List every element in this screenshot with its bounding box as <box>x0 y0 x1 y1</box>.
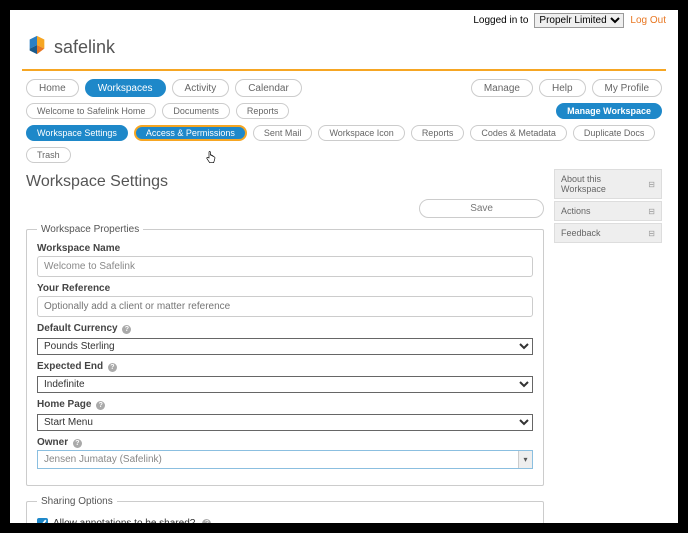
workspace-name-input[interactable] <box>37 256 533 277</box>
tab-access-permissions[interactable]: Access & Permissions <box>134 125 247 141</box>
collapse-icon: ⊟ <box>648 229 655 238</box>
nav-documents[interactable]: Documents <box>162 103 230 119</box>
default-currency-label: Default Currency ? <box>37 323 533 334</box>
divider <box>22 69 666 71</box>
side-about-workspace[interactable]: About this Workspace⊟ <box>554 169 662 199</box>
collapse-icon: ⊟ <box>648 207 655 216</box>
help-icon[interactable]: ? <box>73 439 82 448</box>
help-icon[interactable]: ? <box>108 363 117 372</box>
logged-in-label: Logged in to <box>473 15 528 26</box>
workspace-properties-legend: Workspace Properties <box>37 224 143 235</box>
save-button[interactable]: Save <box>419 199 544 218</box>
nav-home[interactable]: Home <box>26 79 79 97</box>
top-bar: Logged in to Propelr Limited Log Out <box>10 10 678 30</box>
help-icon[interactable]: ? <box>96 401 105 410</box>
workspace-name-label: Workspace Name <box>37 243 533 254</box>
tab-duplicate-docs[interactable]: Duplicate Docs <box>573 125 656 141</box>
expected-end-select[interactable]: Indefinite <box>37 376 533 393</box>
chevron-down-icon[interactable]: ▾ <box>518 451 532 468</box>
org-select[interactable]: Propelr Limited <box>534 13 624 28</box>
nav-reports[interactable]: Reports <box>236 103 290 119</box>
manage-workspace-button[interactable]: Manage Workspace <box>556 103 662 119</box>
main-content: Workspace Settings Save Workspace Proper… <box>26 169 544 523</box>
nav-manage[interactable]: Manage <box>471 79 533 97</box>
page-title: Workspace Settings <box>26 173 544 191</box>
side-feedback[interactable]: Feedback⊟ <box>554 223 662 243</box>
tab-sent-mail[interactable]: Sent Mail <box>253 125 313 141</box>
side-panel: About this Workspace⊟ Actions⊟ Feedback⊟ <box>554 169 662 523</box>
secondary-nav: Welcome to Safelink Home Documents Repor… <box>10 101 678 123</box>
nav-profile[interactable]: My Profile <box>592 79 662 97</box>
logo-text: safelink <box>54 37 115 58</box>
owner-select[interactable]: Jensen Jumatay (Safelink) <box>37 450 533 469</box>
logo: safelink <box>10 30 678 69</box>
tab-workspace-settings[interactable]: Workspace Settings <box>26 125 128 141</box>
expected-end-label: Expected End ? <box>37 361 533 372</box>
allow-annotations-checkbox[interactable] <box>37 518 48 523</box>
tab-codes-metadata[interactable]: Codes & Metadata <box>470 125 567 141</box>
help-icon[interactable]: ? <box>122 325 131 334</box>
default-currency-select[interactable]: Pounds Sterling <box>37 338 533 355</box>
nav-help[interactable]: Help <box>539 79 586 97</box>
your-reference-input[interactable] <box>37 296 533 317</box>
workspace-properties-group: Workspace Properties Workspace Name Your… <box>26 224 544 486</box>
tab-trash[interactable]: Trash <box>26 147 71 163</box>
primary-nav: Home Workspaces Activity Calendar Manage… <box>10 75 678 101</box>
collapse-icon: ⊟ <box>648 180 655 189</box>
home-page-label: Home Page ? <box>37 399 533 410</box>
logo-icon <box>26 34 48 61</box>
allow-annotations-label: Allow annotations to be shared? <box>53 518 195 523</box>
owner-label: Owner ? <box>37 437 533 448</box>
tertiary-nav: Workspace Settings Access & Permissions … <box>10 123 678 169</box>
nav-activity[interactable]: Activity <box>172 79 230 97</box>
tab-reports[interactable]: Reports <box>411 125 465 141</box>
nav-calendar[interactable]: Calendar <box>235 79 302 97</box>
sharing-options-group: Sharing Options Allow annotations to be … <box>26 496 544 523</box>
nav-welcome-home[interactable]: Welcome to Safelink Home <box>26 103 156 119</box>
side-actions[interactable]: Actions⊟ <box>554 201 662 221</box>
nav-workspaces[interactable]: Workspaces <box>85 79 166 97</box>
tab-workspace-icon[interactable]: Workspace Icon <box>318 125 404 141</box>
home-page-select[interactable]: Start Menu <box>37 414 533 431</box>
help-icon[interactable]: ? <box>202 519 211 523</box>
sharing-options-legend: Sharing Options <box>37 496 117 507</box>
logout-link[interactable]: Log Out <box>630 15 666 26</box>
your-reference-label: Your Reference <box>37 283 533 294</box>
